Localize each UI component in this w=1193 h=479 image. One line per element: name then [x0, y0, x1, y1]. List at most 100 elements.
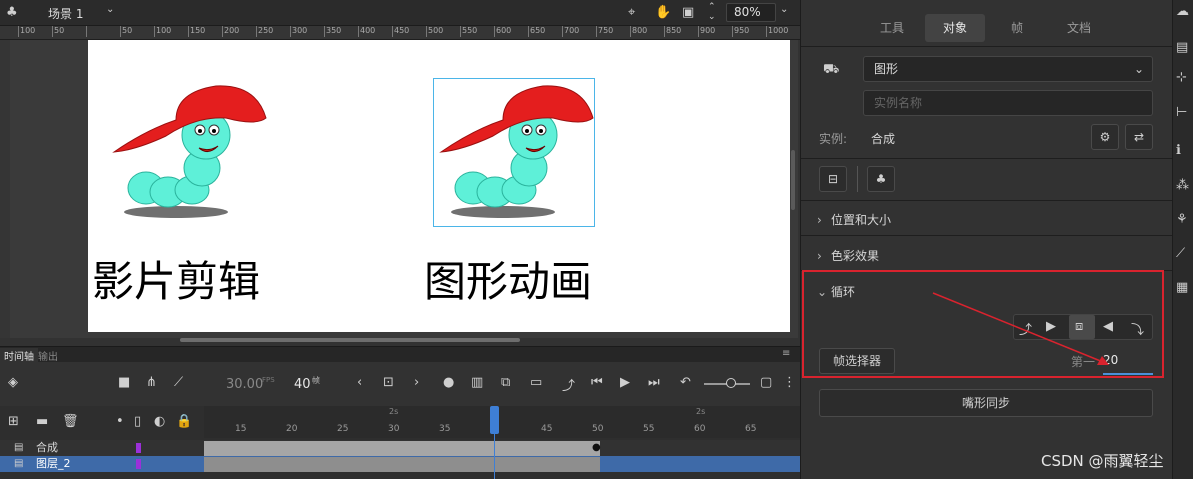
- layer-row-layer2[interactable]: ▤ 图层_2: [0, 456, 800, 472]
- trash-icon[interactable]: 🗑: [62, 414, 79, 429]
- clip-content-icon[interactable]: ▣: [682, 5, 694, 20]
- prev-icon[interactable]: ‹: [357, 375, 362, 390]
- layer-row-composite[interactable]: ▤ 合成 ●: [0, 440, 800, 456]
- playhead[interactable]: [490, 406, 499, 434]
- fit-icon[interactable]: ▢: [760, 375, 772, 390]
- caterpillar-movieclip[interactable]: [106, 80, 276, 230]
- section-label: 色彩效果: [831, 249, 880, 263]
- outline-icon[interactable]: ▯: [134, 414, 141, 429]
- frame-span[interactable]: [204, 457, 600, 472]
- folder-icon[interactable]: ▬: [36, 414, 48, 429]
- slider-thumb[interactable]: [726, 378, 736, 388]
- ruler-tick: 900: [698, 26, 716, 37]
- frame-picker-button[interactable]: 帧选择器: [819, 348, 895, 374]
- layer-parenting-icon[interactable]: ⋔: [146, 375, 157, 390]
- frame-icon[interactable]: ▭: [530, 375, 542, 390]
- ruler-tick: 750: [596, 26, 614, 37]
- ruler-tick: 300: [290, 26, 308, 37]
- lip-sync-button[interactable]: 嘴形同步: [819, 389, 1153, 417]
- section-loop[interactable]: ⌄ 循环: [817, 283, 855, 300]
- tab-tools[interactable]: 工具: [863, 14, 921, 42]
- components-icon[interactable]: ⁂: [1176, 178, 1189, 193]
- layer-color-swatch[interactable]: [136, 443, 141, 453]
- caterpillar-graphic[interactable]: [433, 80, 603, 230]
- scene-icon[interactable]: ♣: [6, 5, 18, 20]
- symbol-icon: ⛟: [823, 62, 840, 77]
- swatches-icon[interactable]: ▦: [1176, 280, 1188, 295]
- frame-span[interactable]: [204, 441, 600, 456]
- tab-frame[interactable]: 帧: [989, 14, 1045, 42]
- create-tween-icon[interactable]: ⧉: [501, 375, 510, 390]
- next-icon[interactable]: ›: [414, 375, 419, 390]
- graph-icon[interactable]: ⟋: [174, 375, 183, 390]
- chevron-down-icon[interactable]: ⌄: [106, 4, 114, 15]
- zoom-stepper-icon[interactable]: ⌃ ⌄: [708, 2, 716, 22]
- camera-icon[interactable]: ■: [118, 375, 130, 390]
- assets-icon[interactable]: ☁: [1176, 4, 1189, 19]
- chevron-right-icon: ›: [817, 249, 822, 263]
- loop-icon[interactable]: ⤴: [562, 375, 575, 394]
- tab-object[interactable]: 对象: [925, 14, 985, 42]
- zoom-input[interactable]: 80%: [726, 3, 776, 22]
- layer-name[interactable]: 图层_2: [36, 456, 71, 472]
- divider-vertical: [857, 166, 858, 192]
- frame-number: 45: [541, 424, 553, 434]
- scene-selector[interactable]: 场景 1: [48, 5, 83, 22]
- panel-icon-strip: ☁ ▤ ⊹ ⊢ ℹ ⁂ ⚘ ⟋ ▦: [1172, 0, 1193, 479]
- center-stage-icon[interactable]: ⌖: [628, 5, 635, 20]
- stage-canvas[interactable]: 影片剪辑 图形动画: [88, 40, 790, 332]
- step-back-icon[interactable]: ⏮: [591, 375, 603, 390]
- info-icon[interactable]: ℹ: [1176, 143, 1181, 158]
- play-icon[interactable]: ▶: [620, 375, 630, 390]
- playhead-line: [494, 434, 495, 479]
- instance-label: 实例:: [819, 132, 848, 146]
- add-layer-icon[interactable]: ⊞: [8, 414, 19, 429]
- stage-vertical-scrollbar[interactable]: [791, 150, 795, 210]
- lock-icon[interactable]: 🔒: [176, 414, 192, 429]
- visibility-icon[interactable]: ◐: [154, 414, 165, 429]
- transform-icon[interactable]: ⊹: [1176, 70, 1187, 85]
- symbol-settings-button[interactable]: ⚙: [1091, 124, 1119, 150]
- break-apart-button[interactable]: ♣: [867, 166, 895, 192]
- more-icon[interactable]: ⋮: [783, 375, 796, 390]
- tab-timeline[interactable]: 时间轴: [0, 348, 38, 363]
- insert-keyframe-icon[interactable]: ⊡: [383, 375, 394, 390]
- fps-value[interactable]: 30.00: [226, 377, 263, 392]
- tab-output[interactable]: 输出: [38, 348, 58, 363]
- ruler-tick: 100: [18, 26, 36, 37]
- chevron-right-icon: ›: [817, 213, 822, 227]
- layer-name[interactable]: 合成: [36, 440, 58, 456]
- edit-multiple-frames-icon[interactable]: ▥: [471, 375, 483, 390]
- symbol-type-select[interactable]: 图形 ⌄: [863, 56, 1153, 82]
- instance-name-input[interactable]: 实例名称: [863, 90, 1153, 116]
- hand-tool-icon[interactable]: ✋: [655, 5, 671, 20]
- zoom-dropdown-icon[interactable]: ⌄: [780, 4, 788, 15]
- motion-presets-icon[interactable]: ⚘: [1176, 212, 1188, 227]
- tab-document[interactable]: 文档: [1049, 14, 1109, 42]
- undo-icon[interactable]: ↶: [680, 375, 691, 390]
- library-icon[interactable]: ▤: [1176, 40, 1188, 55]
- align-icon[interactable]: ⊢: [1176, 105, 1187, 120]
- onion-skin-icon[interactable]: ●: [443, 375, 454, 390]
- layers-icon[interactable]: ◈: [8, 375, 18, 390]
- section-color-effect[interactable]: › 色彩效果: [817, 247, 879, 264]
- ruler-tick: 450: [392, 26, 410, 37]
- dot-icon[interactable]: •: [116, 414, 124, 429]
- ruler-tick: 500: [426, 26, 444, 37]
- divider: [801, 200, 1173, 201]
- swap-symbol-button[interactable]: ⇄: [1125, 124, 1153, 150]
- instance-value: 合成: [871, 132, 896, 146]
- stage-horizontal-scrollbar[interactable]: [180, 338, 520, 342]
- ruler-tick: 600: [494, 26, 512, 37]
- edit-symbol-button[interactable]: ⊟: [819, 166, 847, 192]
- step-forward-icon[interactable]: ⏭: [648, 375, 660, 390]
- section-position-size[interactable]: › 位置和大小: [817, 211, 891, 228]
- chart-icon[interactable]: ⟋: [1176, 246, 1185, 261]
- loop-reverse-icon[interactable]: ⤵: [1131, 319, 1144, 338]
- frame-number: 20: [286, 424, 298, 434]
- frame-value[interactable]: 40: [294, 377, 311, 392]
- layer-color-swatch[interactable]: [136, 459, 141, 469]
- panel-menu-icon[interactable]: ≡: [782, 348, 790, 359]
- frame-number: 60: [694, 424, 706, 434]
- timeline-header: 时间轴 输出 ≡: [0, 346, 800, 363]
